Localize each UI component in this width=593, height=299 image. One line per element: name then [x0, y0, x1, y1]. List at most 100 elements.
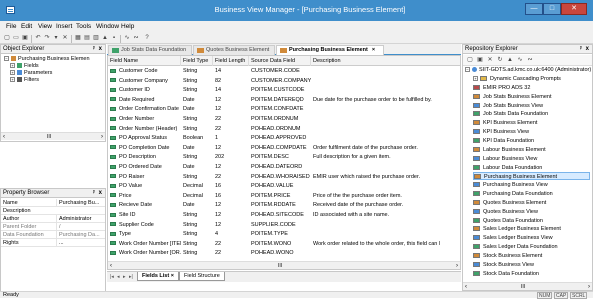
tree-item-parameters[interactable]: + Parameters: [10, 70, 104, 77]
first-tab-icon[interactable]: |◂: [110, 274, 114, 280]
table-row[interactable]: Customer ID String 14 POITEM.CUSTCODE: [108, 86, 460, 94]
new-folder-icon[interactable]: ▢: [466, 57, 474, 64]
repository-horizontal-scrollbar[interactable]: ‹ III ›: [463, 282, 592, 290]
dropdown-icon[interactable]: ▾: [52, 35, 60, 42]
scroll-right-icon[interactable]: ›: [456, 262, 458, 270]
expand-icon[interactable]: +: [10, 70, 15, 76]
repository-item-view[interactable]: Labour Business View: [473, 155, 590, 163]
property-row[interactable]: Author Administrator: [1, 215, 105, 223]
repository-item-element[interactable]: Sales Ledger Business Element: [473, 225, 590, 233]
rights-icon[interactable]: ▲: [506, 57, 514, 64]
view-icon[interactable]: ▣: [476, 57, 484, 64]
expand-icon[interactable]: +: [10, 63, 15, 69]
property-value[interactable]: ...: [56, 239, 104, 247]
table-row[interactable]: PO Approval Status Boolean 1 POHEAD.APPROVE…: [108, 134, 460, 142]
relink-icon[interactable]: ∾: [526, 57, 534, 64]
property-row[interactable]: Parent Folder /: [1, 223, 105, 231]
scroll-right-icon[interactable]: ›: [588, 283, 590, 291]
close-icon[interactable]: x: [99, 189, 102, 197]
close-icon[interactable]: x: [586, 45, 589, 53]
save-icon[interactable]: ▣: [21, 35, 29, 42]
property-value[interactable]: Purchasing Da...: [56, 231, 104, 239]
tab-purchasing-business-element[interactable]: Purchasing Business Element ×: [276, 45, 384, 55]
delete-icon[interactable]: ✕: [61, 35, 69, 42]
table-row[interactable]: Work Order Number [ITEM] String 22 POITEM.W…: [108, 240, 460, 248]
tab-job-stats-data-foundation[interactable]: Job Stats Data Foundation: [108, 45, 192, 55]
menu-file[interactable]: File: [6, 23, 16, 30]
menu-tools[interactable]: Tools: [76, 23, 91, 30]
property-value[interactable]: /: [56, 223, 104, 231]
table-row[interactable]: Customer Code String 14 CUSTOMER.CODE: [108, 67, 460, 75]
table-row[interactable]: PO Description String 202 POITEM.DESC Full d…: [108, 153, 460, 161]
table-row[interactable]: Type String 4 POITEM.TYPE: [108, 230, 460, 238]
refresh-icon[interactable]: ↻: [496, 57, 504, 64]
maximize-button[interactable]: □: [543, 3, 561, 15]
table-row[interactable]: PO Value Decimal 16 POHEAD.VALUE: [108, 182, 460, 190]
column-header-field-name[interactable]: Field Name: [108, 56, 181, 66]
link-icon[interactable]: ∿: [123, 35, 131, 42]
repository-item-element[interactable]: Quotes Business Element: [473, 199, 590, 207]
repository-item-element[interactable]: Job Stats Business Element: [473, 93, 590, 101]
next-tab-icon[interactable]: ▸: [123, 274, 126, 280]
table-row[interactable]: Order Number String 22 POITEM.ORDNUM: [108, 115, 460, 123]
tab-close-icon[interactable]: ×: [171, 273, 174, 279]
pin-icon[interactable]: ᵖ: [93, 45, 95, 53]
tree-item-fields[interactable]: + Fields: [10, 63, 104, 70]
scroll-left-icon[interactable]: ‹: [3, 133, 5, 141]
property-value[interactable]: Purchasing Bu...: [56, 199, 104, 207]
table-row[interactable]: PO Ordered Date Date 12 POHEAD.DATEORD: [108, 163, 460, 171]
property-row[interactable]: Data Foundation Purchasing Da...: [1, 231, 105, 239]
minimize-button[interactable]: —: [525, 3, 543, 15]
property-value[interactable]: Administrator: [56, 215, 104, 223]
pin-icon[interactable]: ᵖ: [580, 45, 582, 53]
scroll-left-icon[interactable]: ‹: [465, 283, 467, 291]
repository-item-folder[interactable]: + Dynamic Cascading Prompts: [473, 75, 590, 83]
repository-item-view[interactable]: Sales Ledger Business View: [473, 234, 590, 242]
repository-item-element[interactable]: Purchasing Business Element: [473, 172, 590, 181]
collapse-icon[interactable]: −: [4, 56, 9, 62]
repository-item-view[interactable]: Job Stats Business View: [473, 102, 590, 110]
repository-item-view[interactable]: Purchasing Business View: [473, 181, 590, 189]
close-icon[interactable]: x: [99, 45, 102, 53]
link-icon[interactable]: ∿: [516, 57, 524, 64]
repository-item-foundation[interactable]: Job Stats Data Foundation: [473, 110, 590, 118]
prev-tab-icon[interactable]: ◂: [117, 274, 120, 280]
pin-icon[interactable]: ᵖ: [93, 189, 95, 197]
table-row[interactable]: PO Raiser String 22 POHEAD.WHORAISED EMIR us…: [108, 173, 460, 181]
scroll-thumb[interactable]: III: [521, 283, 525, 291]
close-button[interactable]: ✕: [561, 3, 587, 15]
tab-field-structure[interactable]: Field Structure: [179, 272, 225, 281]
table-row[interactable]: Price Decimal 16 POITEM.PRICE Price of the t…: [108, 192, 460, 200]
filter-icon[interactable]: ▤: [83, 35, 91, 42]
column-header-field-type[interactable]: Field Type: [181, 56, 213, 66]
relink-icon[interactable]: ∾: [132, 35, 140, 42]
repository-item-element[interactable]: Stock Business Element: [473, 252, 590, 260]
tab-close-icon[interactable]: ×: [372, 47, 375, 53]
table-row[interactable]: Order Number (Header) String 22 POHEAD.ORDN…: [108, 125, 460, 133]
tab-quotes-business-element[interactable]: Quotes Business Element: [193, 45, 275, 55]
table-row[interactable]: Site ID String 12 POHEAD.SITECODE ID associa…: [108, 211, 460, 219]
repository-item-view[interactable]: Stock Business View: [473, 261, 590, 269]
properties-icon[interactable]: ▦: [74, 35, 82, 42]
repository-item-foundation[interactable]: Labour Data Foundation: [473, 164, 590, 172]
repository-item-foundation[interactable]: KPI Data Foundation: [473, 137, 590, 145]
expand-icon[interactable]: +: [10, 77, 15, 83]
property-row[interactable]: Description: [1, 207, 105, 215]
check-icon[interactable]: ▥: [92, 35, 100, 42]
tree-item-filters[interactable]: + Filters: [10, 77, 104, 84]
scroll-thumb[interactable]: III: [278, 262, 282, 270]
help-icon[interactable]: ?: [143, 35, 151, 42]
property-row[interactable]: Name Purchasing Bu...: [1, 199, 105, 207]
delete-icon[interactable]: ✕: [486, 57, 494, 64]
horizontal-scrollbar[interactable]: ‹ III ›: [1, 132, 105, 140]
lock-icon[interactable]: ▪: [110, 35, 118, 42]
menu-view[interactable]: View: [38, 23, 52, 30]
table-row[interactable]: PO Completion Date Date 12 POHEAD.COMPDATE O…: [108, 144, 460, 152]
repository-item-element[interactable]: KPI Business Element: [473, 119, 590, 127]
open-icon[interactable]: ▭: [12, 35, 20, 42]
column-header-source-data-field[interactable]: Source Data Field: [249, 56, 311, 66]
repository-item-foundation[interactable]: Sales Ledger Data Foundation: [473, 243, 590, 251]
repository-item-foundation[interactable]: Stock Data Foundation: [473, 270, 590, 278]
menu-insert[interactable]: Insert: [56, 23, 72, 30]
last-tab-icon[interactable]: ▸|: [129, 274, 133, 280]
